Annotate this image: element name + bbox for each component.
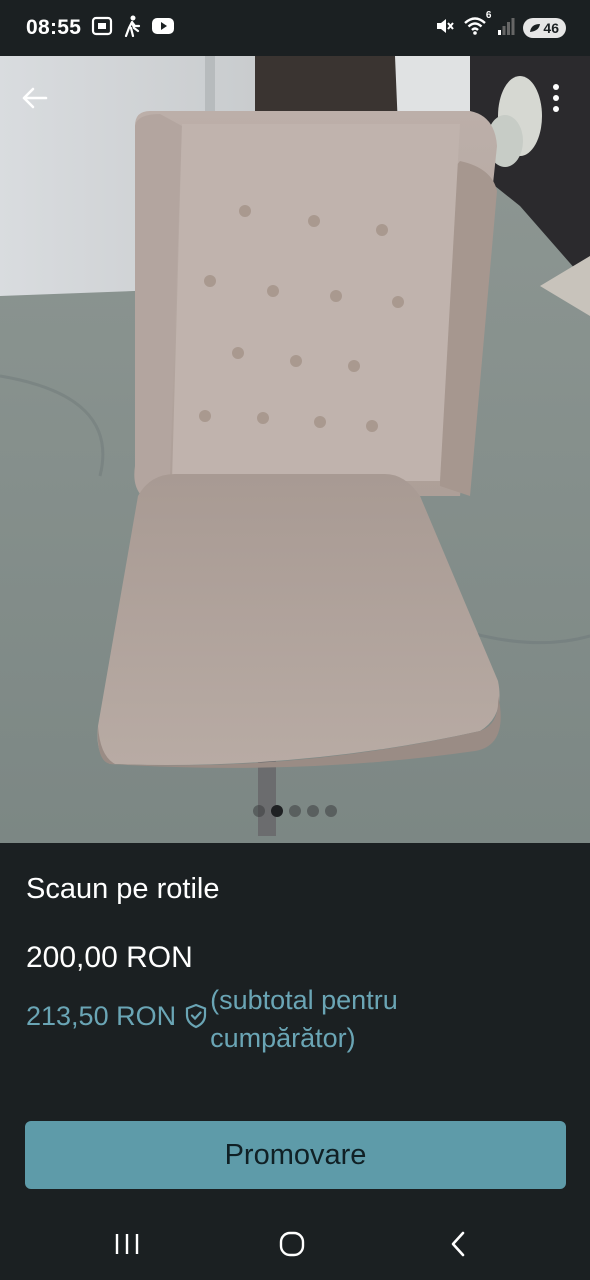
arrow-left-icon xyxy=(22,87,48,109)
image-pagination xyxy=(0,805,590,817)
youtube-icon xyxy=(151,17,175,40)
battery-level: 46 xyxy=(543,20,559,36)
status-left-icons xyxy=(91,15,175,42)
battery-indicator: 46 xyxy=(523,18,566,38)
home-button[interactable] xyxy=(262,1226,322,1262)
chair-photo xyxy=(0,56,590,843)
promote-button[interactable]: Promovare xyxy=(25,1121,566,1189)
listing-photo[interactable] xyxy=(0,56,590,843)
pagination-dot-active[interactable] xyxy=(271,805,283,817)
buyer-price-row: 213,50 RON (subtotal pentru cumpărător) xyxy=(26,981,450,1057)
signal-icon xyxy=(497,16,515,41)
back-chevron-icon xyxy=(451,1231,465,1257)
pagination-dot[interactable] xyxy=(307,805,319,817)
more-options-button[interactable] xyxy=(536,78,576,118)
system-nav-bar xyxy=(0,1208,590,1280)
recent-apps-button[interactable] xyxy=(97,1226,157,1262)
status-bar: 08:55 6 46 xyxy=(0,0,590,56)
wifi-badge: 6 xyxy=(485,9,492,21)
pagination-dot[interactable] xyxy=(253,805,265,817)
home-icon xyxy=(279,1231,305,1257)
screenshot-icon xyxy=(91,16,113,41)
status-right-icons: 6 46 xyxy=(435,10,566,41)
recent-apps-icon xyxy=(115,1234,139,1254)
buyer-price: 213,50 RON xyxy=(26,1001,177,1031)
more-vertical-icon xyxy=(553,84,559,112)
mute-icon xyxy=(435,16,455,41)
nav-back-button[interactable] xyxy=(428,1226,488,1262)
buyer-subtotal-note: (subtotal pentru cumpărător) xyxy=(210,985,398,1053)
shield-check-icon[interactable] xyxy=(184,1003,208,1034)
pagination-dot[interactable] xyxy=(289,805,301,817)
status-time: 08:55 xyxy=(26,16,82,39)
back-button[interactable] xyxy=(14,78,54,118)
walking-person-icon xyxy=(123,15,141,42)
battery-saver-icon xyxy=(530,24,541,32)
wifi-icon: 6 xyxy=(463,10,491,41)
listing-price: 200,00 RON xyxy=(26,941,193,974)
pagination-dot[interactable] xyxy=(325,805,337,817)
listing-title: Scaun pe rotile xyxy=(26,873,220,905)
